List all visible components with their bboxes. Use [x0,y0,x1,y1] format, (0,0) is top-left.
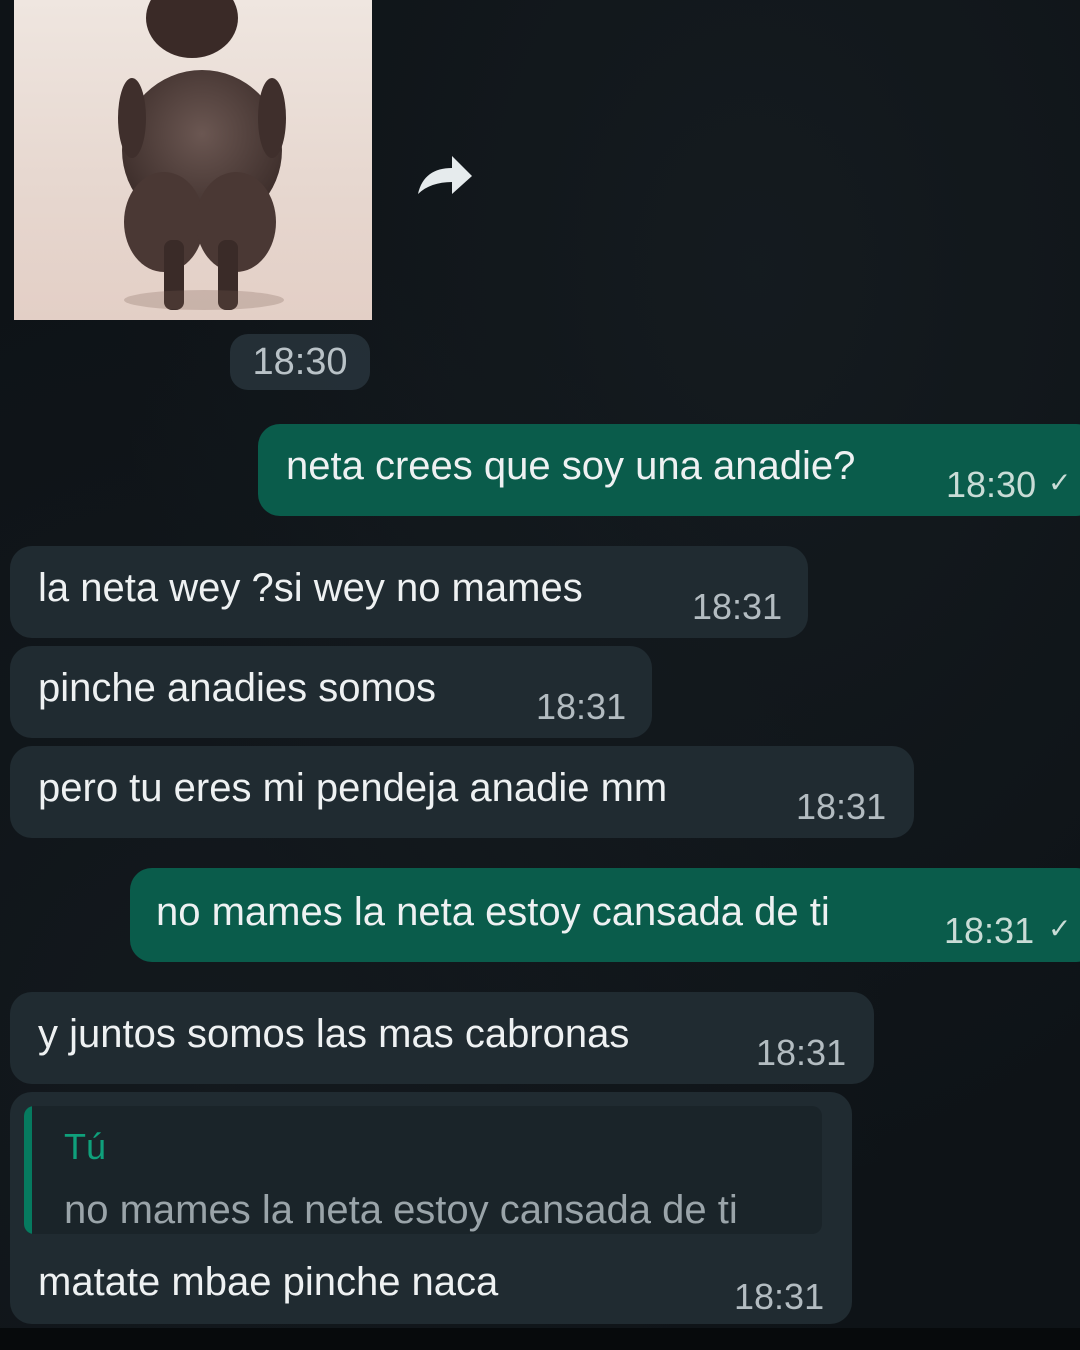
bottom-edge [0,1328,1080,1350]
message-text: no mames la neta estoy cansada de ti [156,890,830,934]
image-timestamp: 18:30 [230,334,370,390]
photo-thumbnail[interactable] [14,0,372,320]
message-time: 18:31 [536,686,627,727]
message-time: 18:31 [944,910,1035,951]
quote-text: no mames la neta estoy cansada de ti [64,1188,738,1232]
message-time: 18:31 [734,1276,825,1317]
chat-conversation: 18:30 neta crees que soy una anadie? 18:… [0,0,1080,1350]
quoted-message[interactable]: Tú no mames la neta estoy cansada de ti [24,1106,822,1234]
message-text: y juntos somos las mas cabronas [38,1012,630,1056]
photo-figure [118,0,286,310]
message-bubble-outgoing[interactable]: neta crees que soy una anadie? 18:30 ✓ [258,424,1080,516]
forward-arrow-icon[interactable] [412,150,476,202]
message-bubble-incoming[interactable]: la neta wey ?si wey no mames 18:31 [10,546,808,638]
image-message[interactable] [14,0,372,320]
message-bubble-incoming[interactable]: pero tu eres mi pendeja anadie mm 18:31 [10,746,914,838]
message-text: pinche anadies somos [38,666,437,710]
message-time: 18:31 [692,586,783,627]
message-bubble-reply[interactable]: Tú no mames la neta estoy cansada de ti … [10,1092,852,1324]
message-text: matate mbae pinche naca [38,1260,499,1304]
message-time: 18:30 [946,464,1037,505]
quote-author: Tú [64,1126,107,1167]
message-time: 18:31 [796,786,887,827]
message-bubble-incoming[interactable]: y juntos somos las mas cabronas 18:31 [10,992,874,1084]
message-text: la neta wey ?si wey no mames [38,566,583,610]
message-text: pero tu eres mi pendeja anadie mm [38,766,668,810]
check-icon: ✓ [1048,913,1072,944]
message-bubble-incoming[interactable]: pinche anadies somos 18:31 [10,646,652,738]
check-icon: ✓ [1048,467,1072,498]
quote-accent-bar [24,1106,32,1234]
message-time: 18:31 [756,1032,847,1073]
message-bubble-outgoing[interactable]: no mames la neta estoy cansada de ti 18:… [130,868,1080,962]
message-text: neta crees que soy una anadie? [286,444,856,488]
